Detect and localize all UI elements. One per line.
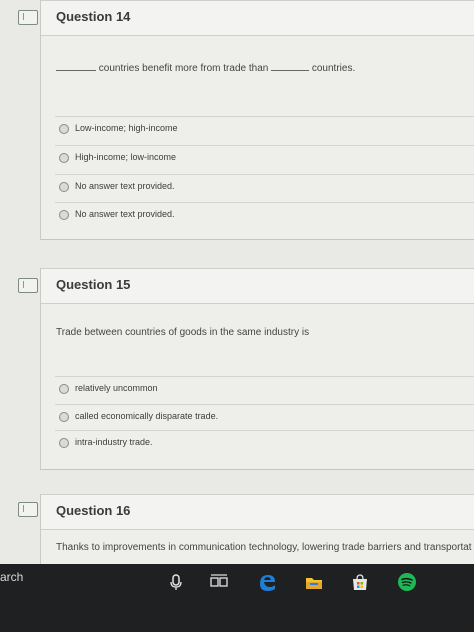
radio-button[interactable] [59,182,69,192]
card-divider [41,469,474,470]
radio-button[interactable] [59,384,69,394]
question-text: Thanks to improvements in communication … [56,542,472,553]
option-label: No answer text provided. [75,181,175,191]
answer-blank [271,70,310,71]
question-card: Question 15 Trade between countries of g… [40,268,474,470]
microphone-icon[interactable] [166,572,186,592]
option-label: called economically disparate trade. [75,411,219,421]
flag-question-icon[interactable] [18,278,38,293]
question-14: Question 14 countries benefit more from … [0,0,474,260]
question-title: Question 14 [56,9,131,24]
question-title: Question 15 [56,277,131,292]
spotify-icon[interactable] [397,572,417,592]
taskbar: arch [0,564,474,632]
answer-option[interactable]: No answer text provided. [55,202,474,229]
option-label: High-income; low-income [75,152,177,162]
answer-option[interactable]: No answer text provided. [55,174,474,201]
question-text: Trade between countries of goods in the … [56,327,310,338]
card-divider [41,239,474,240]
question-card: Question 14 countries benefit more from … [40,0,474,240]
file-explorer-icon[interactable] [304,572,324,592]
answer-option[interactable]: High-income; low-income [55,145,474,172]
option-label: relatively uncommon [75,383,158,393]
question-text-part: countries benefit more from trade than [98,63,269,74]
store-icon[interactable] [350,572,370,592]
answer-option[interactable]: Low-income; high-income [55,116,474,143]
option-label: Low-income; high-income [75,123,178,133]
question-header: Question 15 [41,268,474,304]
radio-button[interactable] [59,210,69,220]
question-15: Question 15 Trade between countries of g… [0,268,474,488]
search-box[interactable]: arch [0,570,23,584]
edge-browser-icon[interactable] [257,572,277,592]
answer-blank [56,70,96,71]
answer-option[interactable]: intra-industry trade. [55,430,474,457]
flag-question-icon[interactable] [18,10,38,25]
radio-button[interactable] [59,412,69,422]
question-card: Question 16 Thanks to improvements in co… [40,494,474,564]
question-header: Question 14 [41,0,474,36]
option-label: No answer text provided. [75,209,175,219]
question-text-part: countries. [311,63,356,74]
question-title: Question 16 [56,503,131,518]
question-text: countries benefit more from trade than c… [56,63,355,74]
task-view-icon[interactable] [209,572,229,592]
answer-option[interactable]: relatively uncommon [55,376,474,403]
question-header: Question 16 [41,494,474,530]
quiz-page: Question 14 countries benefit more from … [0,0,474,564]
radio-button[interactable] [59,153,69,163]
answer-option[interactable]: called economically disparate trade. [55,404,474,431]
radio-button[interactable] [59,124,69,134]
radio-button[interactable] [59,438,69,448]
flag-question-icon[interactable] [18,502,38,517]
question-16: Question 16 Thanks to improvements in co… [0,494,474,564]
option-label: intra-industry trade. [75,437,153,447]
